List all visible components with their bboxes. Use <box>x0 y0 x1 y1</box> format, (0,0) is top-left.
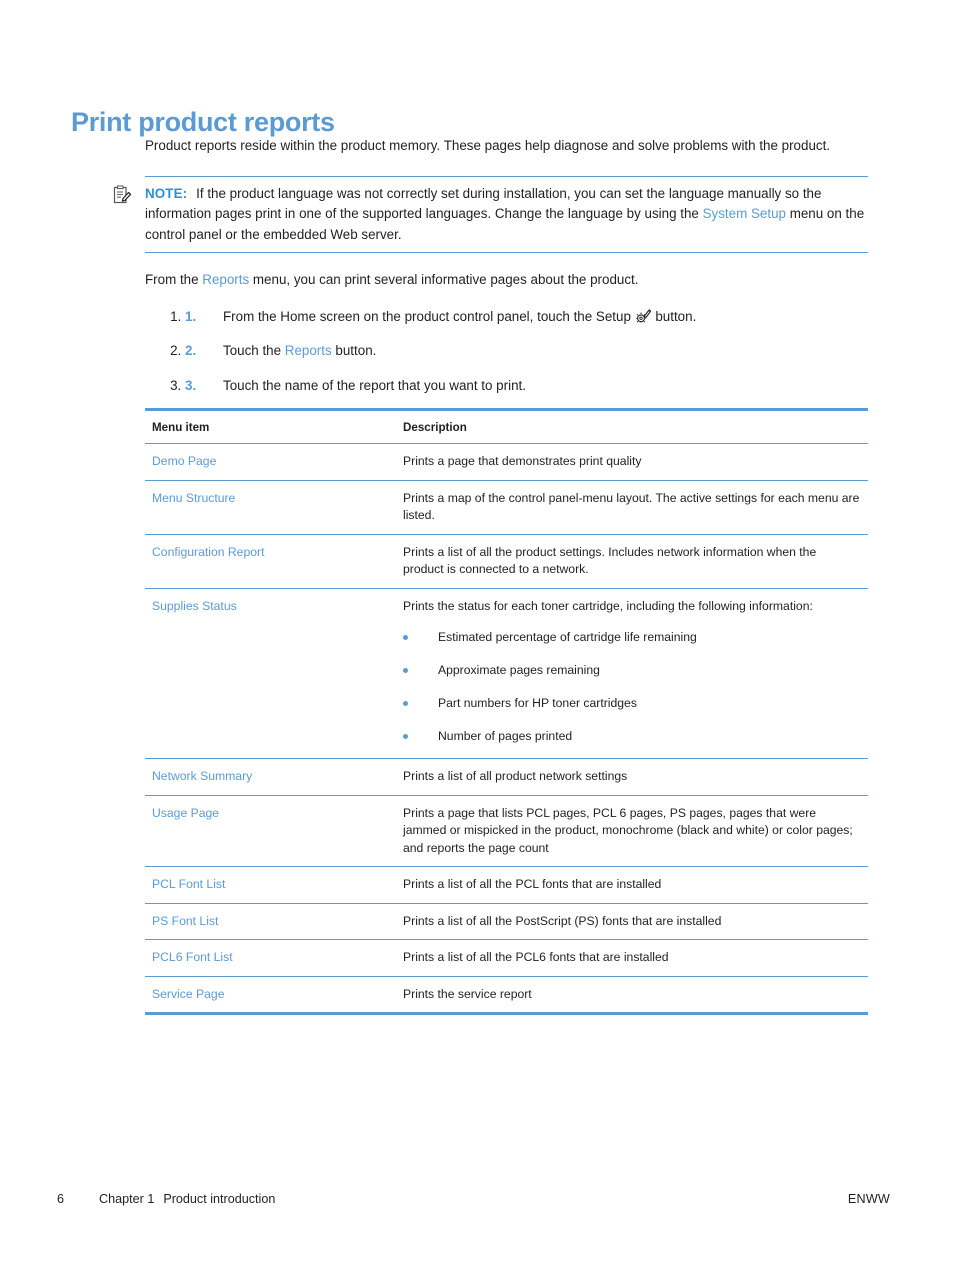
step-2-text-after: button. <box>331 343 377 358</box>
description-menu-structure: Prints a map of the control panel-menu l… <box>396 480 868 535</box>
lead-in-after: menu, you can print several informative … <box>249 272 639 287</box>
table-row: Usage Page Prints a page that lists PCL … <box>145 795 868 867</box>
intro-paragraph: Product reports reside within the produc… <box>145 138 831 153</box>
description-text: Prints a list of all the PCL fonts that … <box>403 877 662 891</box>
table-row: PCL6 Font List Prints a list of all the … <box>145 939 868 977</box>
lead-in-paragraph: From the Reports menu, you can print sev… <box>145 270 868 291</box>
table-header-row: Menu item Description <box>145 409 868 444</box>
setup-wrench-gear-icon <box>635 308 651 324</box>
description-pcl6-font-list: Prints a list of all the PCL6 fonts that… <box>396 939 868 977</box>
step-1-text-before: From the Home screen on the product cont… <box>223 308 635 324</box>
note-text: NOTE: If the product language was not cor… <box>145 184 868 246</box>
table-row: Demo Page Prints a page that demonstrate… <box>145 443 868 481</box>
list-item: Part numbers for HP toner cartridges <box>403 695 860 712</box>
list-item: Approximate pages remaining <box>403 662 860 679</box>
report-menu-table: Menu item Description Demo Page Prints a… <box>145 408 868 1015</box>
footer-chapter: Chapter 1 <box>99 1192 155 1206</box>
description-demo-page: Prints a page that demonstrates print qu… <box>396 443 868 481</box>
lead-in-before: From the <box>145 272 203 287</box>
footer-edition: ENWW <box>847 1192 890 1206</box>
menu-item-pcl6-font-list[interactable]: PCL6 Font List <box>145 939 396 977</box>
step-1: 1. From the Home screen on the product co… <box>185 307 868 328</box>
description-text: Prints the service report <box>403 986 532 1001</box>
table-header-menu-item: Menu item <box>145 409 396 444</box>
description-service-page: Prints the service report <box>396 976 868 1014</box>
step-3-number: 3. <box>185 377 197 393</box>
description-configuration-report: Prints a list of all the product setting… <box>396 534 868 589</box>
menu-item-configuration-report[interactable]: Configuration Report <box>145 534 396 589</box>
description-text: Prints a page that lists PCL pages, PCL … <box>403 805 853 855</box>
lead-in-reports-link[interactable]: Reports <box>202 272 249 287</box>
step-3: 3. Touch the name of the report that you … <box>185 376 868 397</box>
description-text: Prints a map of the control panel-menu l… <box>403 490 860 523</box>
description-text: Prints a page that demonstrates print qu… <box>403 454 642 468</box>
description-ps-font-list: Prints a list of all the PostScript (PS)… <box>396 903 868 940</box>
table-row: Service Page Prints the service report <box>145 976 868 1014</box>
body-content: Product reports reside within the produc… <box>113 136 868 412</box>
description-network-summary: Prints a list of all product network set… <box>396 758 868 796</box>
description-text: Prints a list of all product network set… <box>403 769 628 783</box>
menu-item-network-summary[interactable]: Network Summary <box>145 758 396 796</box>
step-1-text-after: button. <box>651 308 697 324</box>
note-label: NOTE: <box>145 185 188 201</box>
page-footer: 6 Chapter 1 Product introduction ENWW <box>57 1192 890 1206</box>
step-2-text-before: Touch the <box>223 343 285 358</box>
description-text: Prints a list of all the PCL6 fonts that… <box>403 950 669 964</box>
table-header-description: Description <box>396 409 868 444</box>
step-2: 2. Touch the Reports button. <box>185 341 868 362</box>
page-title: Print product reports <box>71 107 335 138</box>
supplies-status-bullet-list: Estimated percentage of cartridge life r… <box>403 629 860 745</box>
footer-chapter-title: Product introduction <box>163 1192 276 1206</box>
table-row: Network Summary Prints a list of all pro… <box>145 758 868 796</box>
table-row: PCL Font List Prints a list of all the P… <box>145 866 868 904</box>
note-callout: NOTE: If the product language was not cor… <box>113 175 868 253</box>
menu-item-service-page[interactable]: Service Page <box>145 976 396 1014</box>
menu-item-usage-page[interactable]: Usage Page <box>145 795 396 867</box>
table-row: Menu Structure Prints a map of the contr… <box>145 480 868 535</box>
menu-item-demo-page[interactable]: Demo Page <box>145 443 396 481</box>
list-item: Estimated percentage of cartridge life r… <box>403 629 860 646</box>
step-2-reports-link[interactable]: Reports <box>285 343 332 358</box>
table-row: PS Font List Prints a list of all the Po… <box>145 903 868 940</box>
description-usage-page: Prints a page that lists PCL pages, PCL … <box>396 795 868 867</box>
menu-item-menu-structure[interactable]: Menu Structure <box>145 480 396 535</box>
description-text: Prints the status for each toner cartrid… <box>403 598 813 613</box>
document-page: Print product reports Product reports re… <box>0 0 954 1270</box>
note-clipboard-icon <box>112 185 132 205</box>
menu-item-pcl-font-list[interactable]: PCL Font List <box>145 866 396 904</box>
table-row: Configuration Report Prints a list of al… <box>145 534 868 589</box>
step-1-number: 1. <box>185 308 197 324</box>
description-supplies-status: Prints the status for each toner cartrid… <box>396 588 868 759</box>
list-item: Number of pages printed <box>403 728 860 745</box>
menu-item-supplies-status[interactable]: Supplies Status <box>145 588 396 759</box>
step-2-number: 2. <box>185 343 197 358</box>
table-row: Supplies Status Prints the status for ea… <box>145 588 868 759</box>
description-text: Prints a list of all the PostScript (PS)… <box>403 913 722 928</box>
note-system-setup-link[interactable]: System Setup <box>703 206 786 221</box>
menu-item-ps-font-list[interactable]: PS Font List <box>145 903 396 940</box>
footer-page-number: 6 <box>57 1192 65 1206</box>
steps-list: 1. From the Home screen on the product co… <box>145 307 868 397</box>
step-3-text-before: Touch the name of the report that you wa… <box>223 377 526 393</box>
description-text: Prints a list of all the product setting… <box>403 544 817 577</box>
description-pcl-font-list: Prints a list of all the PCL fonts that … <box>396 866 868 904</box>
